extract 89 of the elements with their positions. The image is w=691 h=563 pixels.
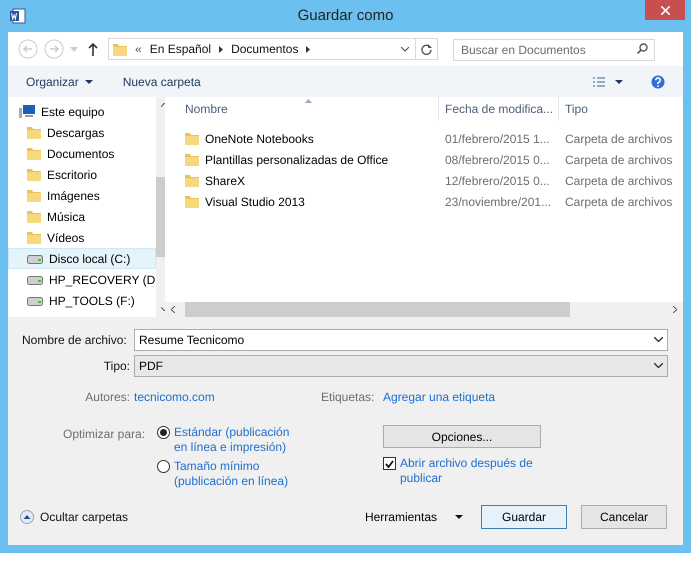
close-icon xyxy=(660,6,670,14)
date-cell-text: 23/noviembre/201... xyxy=(444,194,552,210)
field-label: Etiquetas: xyxy=(321,389,376,406)
folder-icon xyxy=(185,195,199,208)
caret-icon xyxy=(455,515,463,519)
add-tag-link[interactable]: Agregar una etiqueta xyxy=(383,388,496,406)
cancel-button[interactable]: Cancelar xyxy=(581,505,667,529)
tools-button[interactable]: Herramientas xyxy=(364,508,463,526)
refresh-icon xyxy=(421,44,432,54)
folder-icon xyxy=(27,168,41,181)
folder-icon xyxy=(27,210,41,223)
file-name[interactable]: Visual Studio 2013 xyxy=(205,192,305,210)
sidebar-item[interactable]: Este equipo xyxy=(8,101,156,122)
dropdown-icon[interactable] xyxy=(401,46,409,52)
sidebar-item[interactable]: Escritorio xyxy=(8,164,156,185)
folder-icon xyxy=(185,153,199,166)
authors-link[interactable]: tecnicomo.com xyxy=(134,388,321,406)
computer-icon xyxy=(19,104,35,118)
breadcrumb[interactable]: Documentos xyxy=(231,40,298,58)
type-cell-text: Carpeta de archivos xyxy=(564,152,672,168)
folder-icon xyxy=(185,132,199,145)
hide-folders-button[interactable]: Ocultar carpetas xyxy=(20,508,128,526)
check-icon xyxy=(385,460,394,468)
column-header[interactable]: Fecha de modifica... xyxy=(439,97,559,121)
up-arrow-icon[interactable] xyxy=(88,42,98,56)
radio-button[interactable] xyxy=(157,426,170,439)
type-cell-text: Carpeta de archivos xyxy=(564,130,672,148)
scroll-right-icon xyxy=(673,306,677,313)
sidebar-item[interactable]: Música xyxy=(8,206,156,227)
help-icon[interactable] xyxy=(651,74,665,88)
search-field[interactable]: Buscar en Documentos xyxy=(453,39,655,61)
address-bar[interactable]: « En Español Documentos xyxy=(108,38,438,60)
chevron-icon xyxy=(219,46,224,52)
caret-icon[interactable] xyxy=(615,80,623,84)
folder-icon xyxy=(113,42,127,56)
breadcrumb[interactable]: En Español xyxy=(150,40,212,58)
date-cell-text: 08/febrero/2015 0... xyxy=(444,152,551,168)
sort-icon xyxy=(305,99,312,103)
new-folder-button[interactable]: Nueva carpeta xyxy=(122,72,201,90)
field-label: Optimizar para: xyxy=(62,426,146,443)
sidebar-item[interactable]: HP_RECOVERY (D xyxy=(8,269,156,290)
filename-field[interactable]: Resume Tecnicomo xyxy=(134,328,668,350)
date-cell-text: 12/febrero/2015 0... xyxy=(444,172,551,190)
type-cell-text: Carpeta de archivos xyxy=(564,194,672,210)
folder-icon xyxy=(27,231,41,244)
column-header[interactable]: Tipo xyxy=(559,97,588,121)
checkbox-label[interactable]: Abrir archivo después de publicar xyxy=(400,456,540,486)
radio-label[interactable]: Tamaño mínimo (publicación en línea) xyxy=(174,459,304,489)
date-cell-text: 01/febrero/2015 1... xyxy=(444,130,551,148)
checkbox[interactable] xyxy=(383,457,396,470)
radio-button[interactable] xyxy=(157,460,170,473)
view-icon[interactable] xyxy=(593,76,605,86)
file-name[interactable]: Plantillas personalizadas de Office xyxy=(205,150,388,168)
drive-icon xyxy=(27,254,43,264)
organize-button[interactable]: Organizar xyxy=(26,72,93,90)
folder-icon xyxy=(27,126,41,139)
folder-icon xyxy=(185,174,199,187)
scroll-left-icon xyxy=(171,306,175,313)
search-icon xyxy=(637,43,648,54)
folder-icon xyxy=(27,147,41,160)
chevron-icon xyxy=(306,46,310,52)
window-title: Guardar como xyxy=(298,6,394,26)
save-button[interactable]: Guardar xyxy=(481,505,567,529)
field-label: Nombre de archivo: xyxy=(21,332,128,348)
sidebar-item[interactable]: Imágenes xyxy=(8,185,156,206)
drive-icon xyxy=(27,296,43,306)
horizontal-scrollbar[interactable] xyxy=(165,302,683,317)
dropdown-icon xyxy=(654,363,663,368)
sidebar-item[interactable]: Vídeos xyxy=(8,227,156,248)
folder-icon xyxy=(27,189,41,202)
sidebar-item[interactable]: Disco local (C:) xyxy=(8,248,156,269)
file-name[interactable]: OneNote Notebooks xyxy=(205,130,314,148)
sidebar-item[interactable]: HP_TOOLS (F:) xyxy=(8,290,156,311)
type-dropdown[interactable]: PDF xyxy=(134,354,668,376)
close-button[interactable] xyxy=(645,0,685,20)
options-button[interactable]: Opciones... xyxy=(383,425,541,448)
field-label: Tipo: xyxy=(102,358,131,374)
radio-label[interactable]: Estándar (publicación en línea e impresión) xyxy=(174,425,304,455)
sidebar-item[interactable]: Descargas xyxy=(8,122,156,143)
type-cell-text: Carpeta de archivos xyxy=(564,172,672,190)
field-label: Autores: xyxy=(84,389,131,406)
file-name[interactable]: ShareX xyxy=(205,172,246,190)
document-app-icon xyxy=(10,8,26,24)
sidebar-item[interactable]: Documentos xyxy=(8,143,156,164)
caret-icon xyxy=(84,80,93,84)
overflow-chevron[interactable]: « xyxy=(135,40,142,58)
dropdown-icon xyxy=(654,336,663,342)
drive-icon xyxy=(27,274,43,284)
collapse-icon xyxy=(20,510,34,524)
